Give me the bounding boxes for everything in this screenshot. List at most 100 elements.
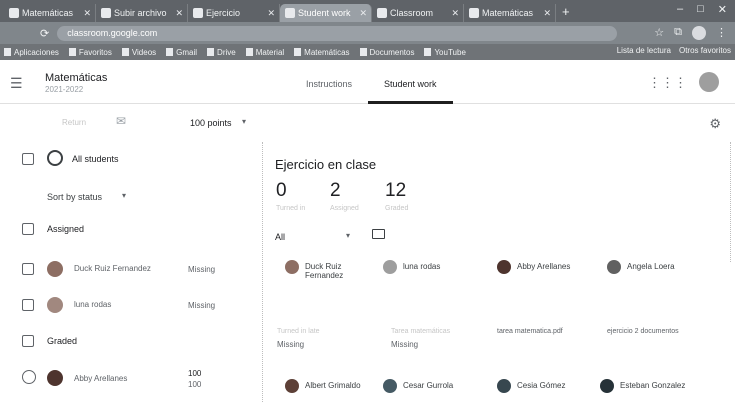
other-bookmarks-item[interactable]: Otros favoritos [679,46,731,55]
bookmark-icon [424,48,432,56]
account-avatar[interactable] [699,72,719,92]
student-name: Duck Ruiz Fernandez [74,264,151,273]
points-select[interactable]: 100 points [190,118,232,128]
checkbox[interactable] [22,335,34,347]
menu-icon[interactable]: ☰ [10,75,23,92]
browser-tab-active[interactable]: Student work ✕ [280,4,372,22]
close-window-icon[interactable]: ✕ [718,3,727,16]
favicon-icon [101,8,111,18]
assignment-title: Ejercicio en clase [275,157,377,172]
checkbox[interactable] [22,263,34,275]
stat-label: Assigned [330,205,359,212]
new-tab-button[interactable]: + [562,4,570,19]
attachment-label: Tarea matemáticas [391,328,451,335]
settings-icon[interactable]: ⚙ [709,116,721,132]
browser-tab[interactable]: Matemáticas ✕ [464,4,556,22]
reload-icon[interactable]: ⟳ [40,27,49,40]
dropdown-arrow-icon[interactable]: ▾ [122,191,126,200]
grade-value[interactable]: 100 [188,369,201,378]
checkbox[interactable] [22,299,34,311]
all-students-row[interactable]: All students [0,144,262,174]
student-card[interactable]: Angela Loera [607,258,722,288]
attachment-label: tarea matematica.pdf [497,328,563,335]
scrollbar-track[interactable] [730,142,731,262]
filter-select[interactable]: All [275,232,285,242]
bookmark-item[interactable]: Favoritos [68,48,112,57]
course-title[interactable]: Matemáticas [45,72,107,84]
profile-avatar[interactable] [692,26,706,40]
attachment-label: ejercicio 2 documentos [607,328,679,335]
close-icon[interactable]: ✕ [175,4,183,22]
more-icon[interactable]: ⋮ [716,26,727,40]
bookmark-icon [166,48,174,56]
student-name: Abby Arellanes [517,262,571,271]
bookmark-item[interactable]: YouTube [424,48,466,57]
submission-card[interactable]: Tarea matemáticas Missing [391,328,506,358]
extensions-icon[interactable]: ⧉ [674,26,682,40]
dropdown-arrow-icon[interactable]: ▾ [242,117,246,126]
avatar [47,370,63,386]
bookmark-item[interactable]: Gmail [166,48,197,57]
close-icon[interactable]: ✕ [267,4,275,22]
browser-tab[interactable]: Ejercicio ✕ [188,4,280,22]
browser-tab-strip: Matemáticas ✕ Subir archivo ✕ Ejercicio ✕ S… [0,0,735,22]
reading-list-item[interactable]: Lista de lectura [617,46,671,55]
section-label: Assigned [47,224,85,234]
student-card[interactable]: Abby Arellanes [497,258,612,288]
person-icon [22,370,36,384]
browser-tab[interactable]: Matemáticas ✕ [4,4,96,22]
close-icon[interactable]: ✕ [83,4,91,22]
close-icon[interactable]: ✕ [451,4,459,22]
email-icon[interactable]: ✉ [116,114,126,128]
omnibox-actions: ☆ ⧉ ⋮ [654,26,727,40]
student-name: Abby Arellanes [74,374,128,383]
favicon-icon [193,8,203,18]
url-field[interactable]: classroom.google.com [57,25,618,41]
bookmark-item[interactable]: Videos [121,48,156,57]
submission-card[interactable]: tarea matematica.pdf [497,328,612,358]
star-icon[interactable]: ☆ [654,26,664,40]
avatar [600,379,614,393]
student-card[interactable]: Cesar Gurrola [383,377,498,402]
dropdown-arrow-icon[interactable]: ▾ [346,231,350,240]
bookmark-item[interactable]: Documentos [359,48,414,57]
bookmark-item[interactable]: Material [245,48,284,57]
avatar [607,260,621,274]
submission-card[interactable]: ejercicio 2 documentos [607,328,722,358]
student-row[interactable]: Abby Arellanes 100 100 [0,364,262,394]
apps-grid-icon[interactable]: ⋮⋮⋮ [648,75,687,91]
bookmark-item[interactable]: Matemáticas [294,48,350,57]
student-card[interactable]: luna rodas [383,258,498,288]
maximize-icon[interactable]: □ [697,3,704,16]
return-button[interactable]: Return [62,118,86,127]
student-name: Cesia Gómez [517,381,566,390]
classroom-header: ☰ Matemáticas 2021-2022 Instructions Stu… [0,60,735,104]
checkbox[interactable] [22,153,34,165]
student-card[interactable]: Cesia Gómez [497,377,612,402]
status-text: Missing [277,340,305,349]
sort-select[interactable]: Sort by status [47,192,102,202]
tab-student-work[interactable]: Student work [368,60,453,104]
section-assigned: Assigned [0,214,262,244]
tab-instructions[interactable]: Instructions [290,60,368,104]
student-card[interactable]: Esteban Gonzalez [600,377,715,402]
grade-sub: 100 [188,380,202,389]
close-icon[interactable]: ✕ [359,4,367,22]
bookmark-icon [4,48,11,56]
checkbox[interactable] [22,223,34,235]
browser-tab[interactable]: Classroom ✕ [372,4,464,22]
close-icon[interactable]: ✕ [543,4,551,22]
student-name: luna rodas [403,262,441,271]
bookmark-item[interactable]: Drive [207,48,236,57]
grading-toolbar: Return ✉ 100 points ▾ ⚙ [0,104,735,142]
minimize-icon[interactable]: – [677,3,683,16]
student-row[interactable]: luna rodas Missing [0,290,262,320]
favicon-icon [9,8,19,18]
folder-icon[interactable] [372,229,385,239]
student-row[interactable]: Duck Ruiz Fernandez Missing [0,254,262,284]
submission-card[interactable]: Turned in late Missing [277,328,392,358]
address-bar-row: ⟳ classroom.google.com ☆ ⧉ ⋮ [0,22,735,44]
panel-divider[interactable] [262,142,263,402]
bookmark-item[interactable]: Aplicaciones [4,48,59,57]
browser-tab[interactable]: Subir archivo ✕ [96,4,188,22]
